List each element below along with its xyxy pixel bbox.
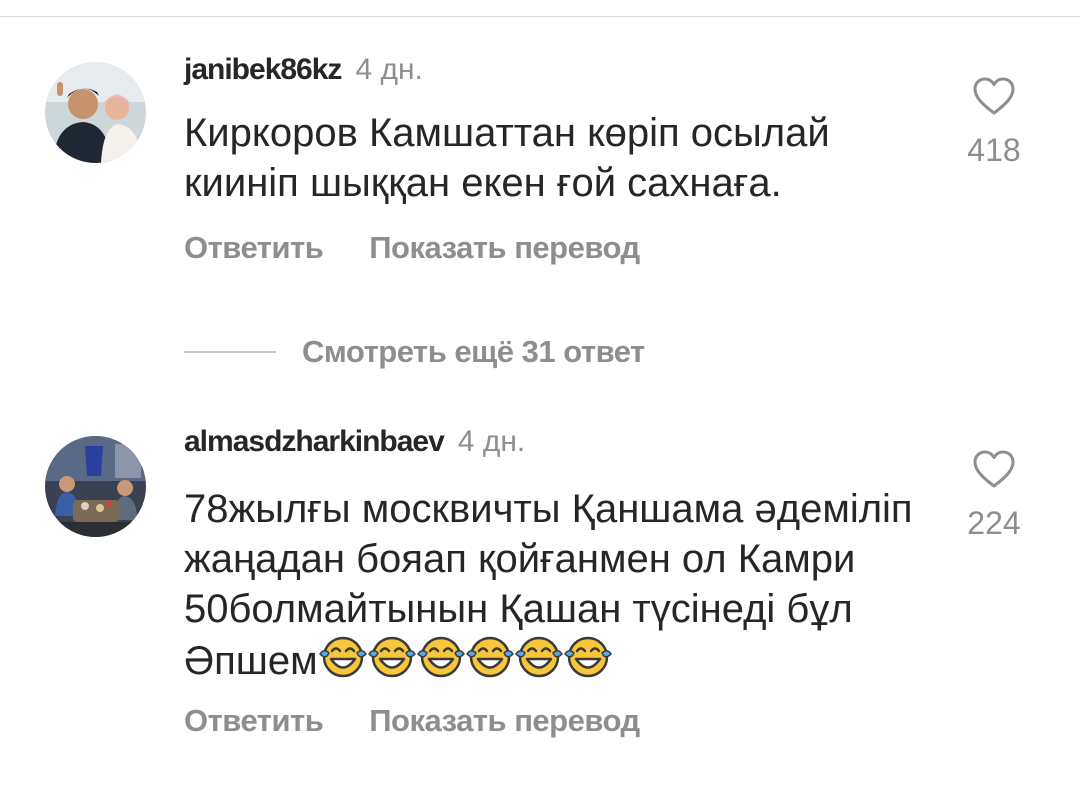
face-with-tears-of-joy-icon bbox=[318, 636, 367, 678]
comment-time: 4 дн. bbox=[355, 53, 423, 86]
face-with-tears-of-joy-icon bbox=[514, 636, 563, 678]
comment-time: 4 дн. bbox=[457, 425, 526, 458]
like-block: 418 bbox=[958, 76, 1030, 168]
face-with-tears-of-joy-icon bbox=[563, 636, 612, 678]
reply-button[interactable]: Ответить bbox=[184, 703, 324, 738]
heart-outline-icon[interactable] bbox=[972, 76, 1016, 116]
view-more-replies-label[interactable]: Смотреть ещё 31 ответ bbox=[302, 334, 645, 369]
heart-outline-icon[interactable] bbox=[972, 449, 1016, 489]
face-with-tears-of-joy-icon bbox=[367, 636, 416, 678]
view-more-replies[interactable]: Смотреть ещё 31 ответ bbox=[184, 332, 645, 372]
username[interactable]: janibek86kz bbox=[184, 53, 342, 86]
show-translation-button[interactable]: Показать перевод bbox=[369, 230, 640, 265]
avatar[interactable] bbox=[45, 62, 146, 163]
like-block: 224 bbox=[958, 449, 1030, 541]
emoji-group bbox=[318, 634, 612, 692]
comment-text: 78жылғы москвичты Қаншама әдеміліп жаңад… bbox=[184, 484, 944, 692]
username[interactable]: almasdzharkinbaev bbox=[184, 425, 445, 458]
like-count: 418 bbox=[967, 132, 1021, 168]
avatar-photo bbox=[45, 62, 146, 163]
show-translation-button[interactable]: Показать перевод bbox=[369, 703, 640, 738]
reply-button[interactable]: Ответить bbox=[184, 230, 324, 265]
comment-text: Киркоров Камшаттан көріп осылай кииніп ш… bbox=[184, 111, 830, 205]
avatar[interactable] bbox=[45, 436, 146, 537]
face-with-tears-of-joy-icon bbox=[465, 636, 514, 678]
avatar-photo bbox=[45, 436, 146, 537]
top-divider bbox=[0, 0, 1080, 17]
like-count: 224 bbox=[967, 505, 1021, 541]
replies-divider-line bbox=[184, 351, 276, 353]
face-with-tears-of-joy-icon bbox=[416, 636, 465, 678]
